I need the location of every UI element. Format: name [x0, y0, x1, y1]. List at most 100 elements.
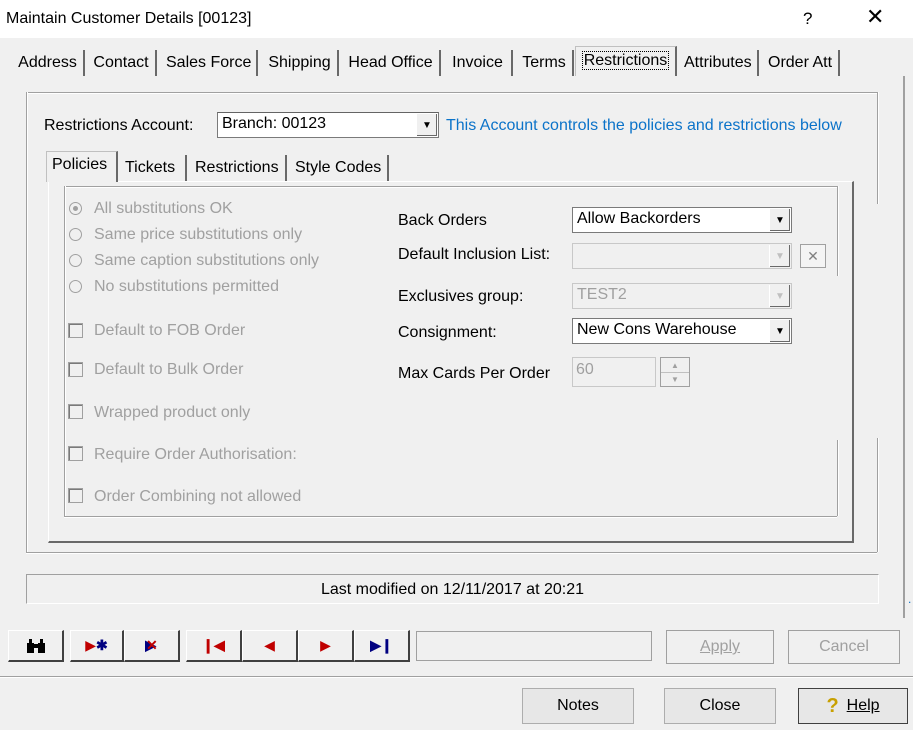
divider	[64, 516, 837, 518]
divider	[64, 186, 66, 516]
record-position-field	[416, 631, 652, 661]
default-inclusion-label: Default Inclusion List:	[398, 246, 551, 263]
divider	[877, 92, 879, 204]
back-orders-label: Back Orders	[398, 212, 487, 229]
checkbox-label: Wrapped product only	[94, 404, 251, 421]
chevron-down-icon: ▼	[769, 285, 790, 307]
subtab-tickets[interactable]: Tickets	[120, 155, 187, 181]
tab-invoice[interactable]: Invoice	[444, 50, 513, 76]
checkbox-bulk-order[interactable]	[68, 362, 83, 377]
divider	[837, 186, 839, 276]
tab-label: Attributes	[684, 54, 752, 71]
consignment-select[interactable]: New Cons Warehouse ▼	[572, 318, 792, 344]
tab-address[interactable]: Address	[12, 50, 85, 76]
previous-record-icon[interactable]: ◀	[242, 630, 298, 662]
radio-label: Same caption substitutions only	[94, 252, 320, 269]
tab-label: Restrictions	[581, 51, 670, 70]
exclusives-group-value: TEST2	[577, 286, 627, 303]
back-orders-value: Allow Backorders	[577, 210, 701, 227]
divider	[0, 676, 913, 678]
divider	[26, 92, 877, 94]
tab-terms[interactable]: Terms	[516, 50, 574, 76]
tab-order-att[interactable]: Order Att	[762, 50, 840, 76]
radio-label: Same price substitutions only	[94, 226, 303, 243]
last-modified-text: Last modified on 12/11/2017 at 20:21	[320, 581, 584, 598]
checkbox-label: Require Order Authorisation:	[94, 446, 297, 463]
clear-list-icon[interactable]: ✕	[800, 244, 826, 268]
checkbox-label: Default to FOB Order	[94, 322, 246, 339]
close-button[interactable]: Close	[664, 688, 776, 724]
divider	[26, 552, 877, 554]
find-binoculars-icon[interactable]	[8, 630, 64, 662]
max-cards-value: 60	[576, 361, 594, 378]
max-cards-input[interactable]: 60	[572, 357, 656, 387]
divider	[64, 186, 837, 188]
radio-same-price[interactable]	[69, 228, 82, 241]
radio-all-substitutions[interactable]	[69, 202, 82, 215]
tab-label: Terms	[522, 54, 566, 71]
subtab-label: Policies	[52, 156, 108, 173]
notes-button[interactable]: Notes	[522, 688, 634, 724]
checkbox-wrapped-only[interactable]	[68, 404, 83, 419]
restrictions-account-value: Branch: 00123	[222, 115, 327, 132]
divider	[837, 440, 839, 516]
close-icon[interactable]: ✕	[866, 4, 884, 30]
tab-sales-force[interactable]: Sales Force	[160, 50, 258, 76]
title-bar: Maintain Customer Details [00123] ? ✕	[0, 0, 913, 38]
spin-up-icon[interactable]: ▲	[661, 358, 689, 373]
subtab-restrictions[interactable]: Restrictions	[190, 155, 287, 181]
notes-label: Notes	[557, 697, 599, 714]
checkbox-require-authorisation[interactable]	[68, 446, 83, 461]
subtab-style-codes[interactable]: Style Codes	[290, 155, 389, 181]
max-cards-label: Max Cards Per Order	[398, 365, 551, 382]
tab-label: Sales Force	[166, 54, 252, 71]
tab-shipping[interactable]: Shipping	[262, 50, 339, 76]
tab-label: Head Office	[348, 54, 433, 71]
tab-restrictions[interactable]: Restrictions	[575, 46, 677, 76]
last-record-icon[interactable]: ▶❙	[354, 630, 410, 662]
exclusives-group-label: Exclusives group:	[398, 288, 524, 305]
help-question-icon[interactable]: ?	[803, 9, 812, 29]
restrictions-account-select[interactable]: Branch: 00123 ▼	[217, 112, 439, 138]
tab-contact[interactable]: Contact	[87, 50, 157, 76]
tab-label: Address	[18, 54, 77, 71]
close-label: Close	[699, 697, 741, 714]
checkbox-fob-order[interactable]	[68, 323, 83, 338]
tab-label: Contact	[93, 54, 149, 71]
default-inclusion-select[interactable]: ▼	[572, 243, 792, 269]
delete-record-icon[interactable]: ▶ ✕	[124, 630, 180, 662]
consignment-value: New Cons Warehouse	[577, 321, 737, 338]
chevron-down-icon[interactable]: ▼	[769, 320, 790, 342]
chevron-down-icon[interactable]: ▼	[769, 209, 790, 231]
chevron-down-icon: ▼	[769, 245, 790, 267]
subtab-label: Style Codes	[295, 159, 382, 176]
first-record-icon[interactable]: ❙◀	[186, 630, 242, 662]
cancel-button[interactable]: Cancel	[788, 630, 900, 664]
spin-down-icon[interactable]: ▼	[661, 372, 689, 386]
subtab-label: Restrictions	[195, 159, 279, 176]
radio-label: No substitutions permitted	[94, 278, 279, 295]
restrictions-account-info: This Account controls the policies and r…	[446, 117, 842, 134]
help-icon: ?	[826, 694, 839, 717]
checkbox-label: Default to Bulk Order	[94, 361, 244, 378]
chevron-down-icon[interactable]: ▼	[416, 114, 437, 136]
divider	[877, 438, 879, 552]
subtab-policies[interactable]: Policies	[46, 151, 118, 182]
back-orders-select[interactable]: Allow Backorders ▼	[572, 207, 792, 233]
help-button[interactable]: ? Help	[798, 688, 908, 724]
window-title: Maintain Customer Details [00123]	[6, 10, 252, 27]
tab-head-office[interactable]: Head Office	[342, 50, 441, 76]
restrictions-account-label: Restrictions Account:	[44, 117, 194, 134]
new-record-icon[interactable]: ▶ ✱	[70, 630, 124, 662]
radio-same-caption[interactable]	[69, 254, 82, 267]
checkbox-no-combining[interactable]	[68, 488, 83, 503]
radio-label: All substitutions OK	[94, 200, 233, 217]
apply-label: Apply	[699, 638, 741, 655]
exclusives-group-select[interactable]: TEST2 ▼	[572, 283, 792, 309]
radio-no-substitutions[interactable]	[69, 280, 82, 293]
apply-button[interactable]: Apply	[666, 630, 774, 664]
next-record-icon[interactable]: ▶	[298, 630, 354, 662]
max-cards-spinner[interactable]: ▲ ▼	[660, 357, 690, 387]
checkbox-label: Order Combining not allowed	[94, 488, 302, 505]
tab-attributes[interactable]: Attributes	[678, 50, 759, 76]
